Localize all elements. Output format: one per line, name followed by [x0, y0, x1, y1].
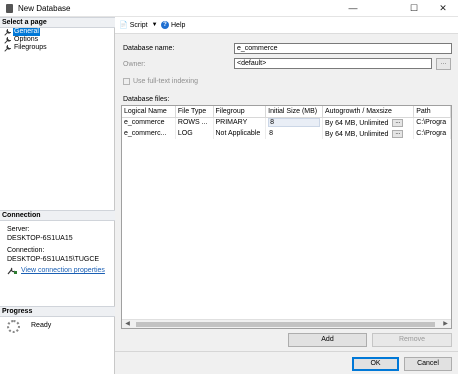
connection-label: Connection: [7, 247, 45, 254]
database-files-label: Database files: [123, 96, 170, 103]
maximize-button[interactable]: ☐ [399, 0, 429, 17]
page-item-filegroups[interactable]: Filegroups [4, 44, 48, 52]
add-button[interactable]: Add [288, 333, 367, 347]
file-type-cell[interactable]: ROWS ... [175, 117, 214, 128]
page-item-label: Options [14, 36, 39, 43]
wrench-icon [4, 28, 11, 36]
fulltext-checkbox[interactable] [123, 78, 130, 85]
owner-input[interactable]: <default> [234, 58, 432, 69]
column-header[interactable]: Initial Size (MB) [265, 106, 323, 118]
view-connection-properties[interactable]: View connection properties [7, 266, 105, 275]
autogrowth-cell[interactable]: By 64 MB, Unlimited ... [322, 128, 415, 139]
title-bar: New Database — ☐ ✕ [0, 0, 458, 17]
minimize-button[interactable]: — [338, 0, 368, 17]
column-header[interactable]: File Type [175, 106, 214, 118]
progress-status: Ready [31, 322, 52, 329]
logical-name-cell[interactable]: e_commerce [122, 117, 176, 128]
page-item-options[interactable]: Options [4, 36, 39, 44]
wrench-icon [4, 44, 11, 52]
database-files-grid[interactable]: Logical Name File Type Filegroup Initial… [121, 105, 452, 329]
table-row[interactable]: e_commerc... LOG Not Applicable 8 By 64 … [122, 128, 451, 139]
logical-name-cell[interactable]: e_commerc... [122, 128, 176, 139]
scroll-left-icon[interactable]: ◀ [123, 320, 132, 328]
connection-value: DESKTOP-6S1UA15\TUGCE [7, 256, 100, 263]
close-button[interactable]: ✕ [428, 0, 458, 17]
owner-browse-button[interactable]: ... [436, 58, 451, 70]
path-cell[interactable]: C:\Progra [413, 117, 451, 128]
wrench-icon [4, 36, 11, 44]
script-icon: 📄 [119, 22, 128, 29]
script-label: Script [129, 21, 148, 29]
page-item-label: Filegroups [14, 44, 47, 51]
view-connection-link[interactable]: View connection properties [21, 266, 105, 275]
owner-label: Owner: [123, 61, 146, 68]
file-type-cell[interactable]: LOG [175, 128, 214, 139]
initial-size-input[interactable] [268, 118, 321, 128]
server-value: DESKTOP-6S1UA15 [7, 235, 73, 242]
column-header[interactable]: Path [413, 106, 451, 118]
table-header-row: Logical Name File Type Filegroup Initial… [122, 106, 451, 118]
filegroup-cell[interactable]: PRIMARY [213, 117, 267, 128]
column-header[interactable]: Autogrowth / Maxsize [322, 106, 415, 118]
autogrowth-cell[interactable]: By 64 MB, Unlimited ... [322, 117, 415, 128]
footer-divider [115, 351, 458, 352]
chevron-down-icon: ▼ [151, 22, 158, 28]
table-row[interactable]: e_commerce ROWS ... PRIMARY By 64 MB, Un… [122, 117, 451, 128]
left-panel: Select a page General Options Filegroups… [0, 17, 115, 374]
ok-button[interactable]: OK [352, 357, 399, 371]
autogrowth-browse-button[interactable]: ... [392, 129, 404, 138]
progress-spinner-icon [7, 320, 20, 333]
connection-header: Connection [0, 210, 115, 221]
database-name-input[interactable]: e_commerce [234, 43, 452, 54]
remove-button[interactable]: Remove [372, 333, 452, 347]
autogrowth-browse-button[interactable]: ... [392, 118, 404, 127]
fulltext-label: Use full-text indexing [133, 78, 198, 85]
column-header[interactable]: Logical Name [122, 106, 176, 118]
help-icon: ? [161, 21, 169, 29]
window-title: New Database [18, 4, 71, 13]
autogrowth-value: By 64 MB, Unlimited [324, 119, 389, 127]
column-header[interactable]: Filegroup [213, 106, 267, 118]
script-button[interactable]: 📄 Script ▼ [119, 21, 158, 30]
connection-properties-icon [7, 267, 17, 274]
page-item-general[interactable]: General [4, 28, 40, 36]
database-name-label: Database name: [123, 45, 175, 52]
progress-header: Progress [0, 306, 115, 317]
scrollbar-thumb[interactable] [136, 322, 435, 327]
scroll-right-icon[interactable]: ▶ [441, 320, 450, 328]
help-label: Help [171, 21, 186, 29]
help-button[interactable]: ? Help [161, 21, 185, 29]
server-label: Server: [7, 226, 30, 233]
toolbar: 📄 Script ▼ ? Help [115, 17, 458, 34]
autogrowth-value: By 64 MB, Unlimited [324, 130, 389, 138]
path-cell[interactable]: C:\Progra [413, 128, 451, 139]
page-item-label: General [13, 28, 40, 36]
select-page-header: Select a page [0, 17, 115, 28]
filegroup-cell[interactable]: Not Applicable [213, 128, 267, 139]
initial-size-cell[interactable]: 8 [265, 128, 323, 139]
initial-size-cell[interactable] [265, 117, 323, 128]
horizontal-scrollbar[interactable]: ◀ ▶ [122, 319, 451, 328]
cancel-button[interactable]: Cancel [404, 357, 452, 371]
database-icon [6, 4, 13, 13]
